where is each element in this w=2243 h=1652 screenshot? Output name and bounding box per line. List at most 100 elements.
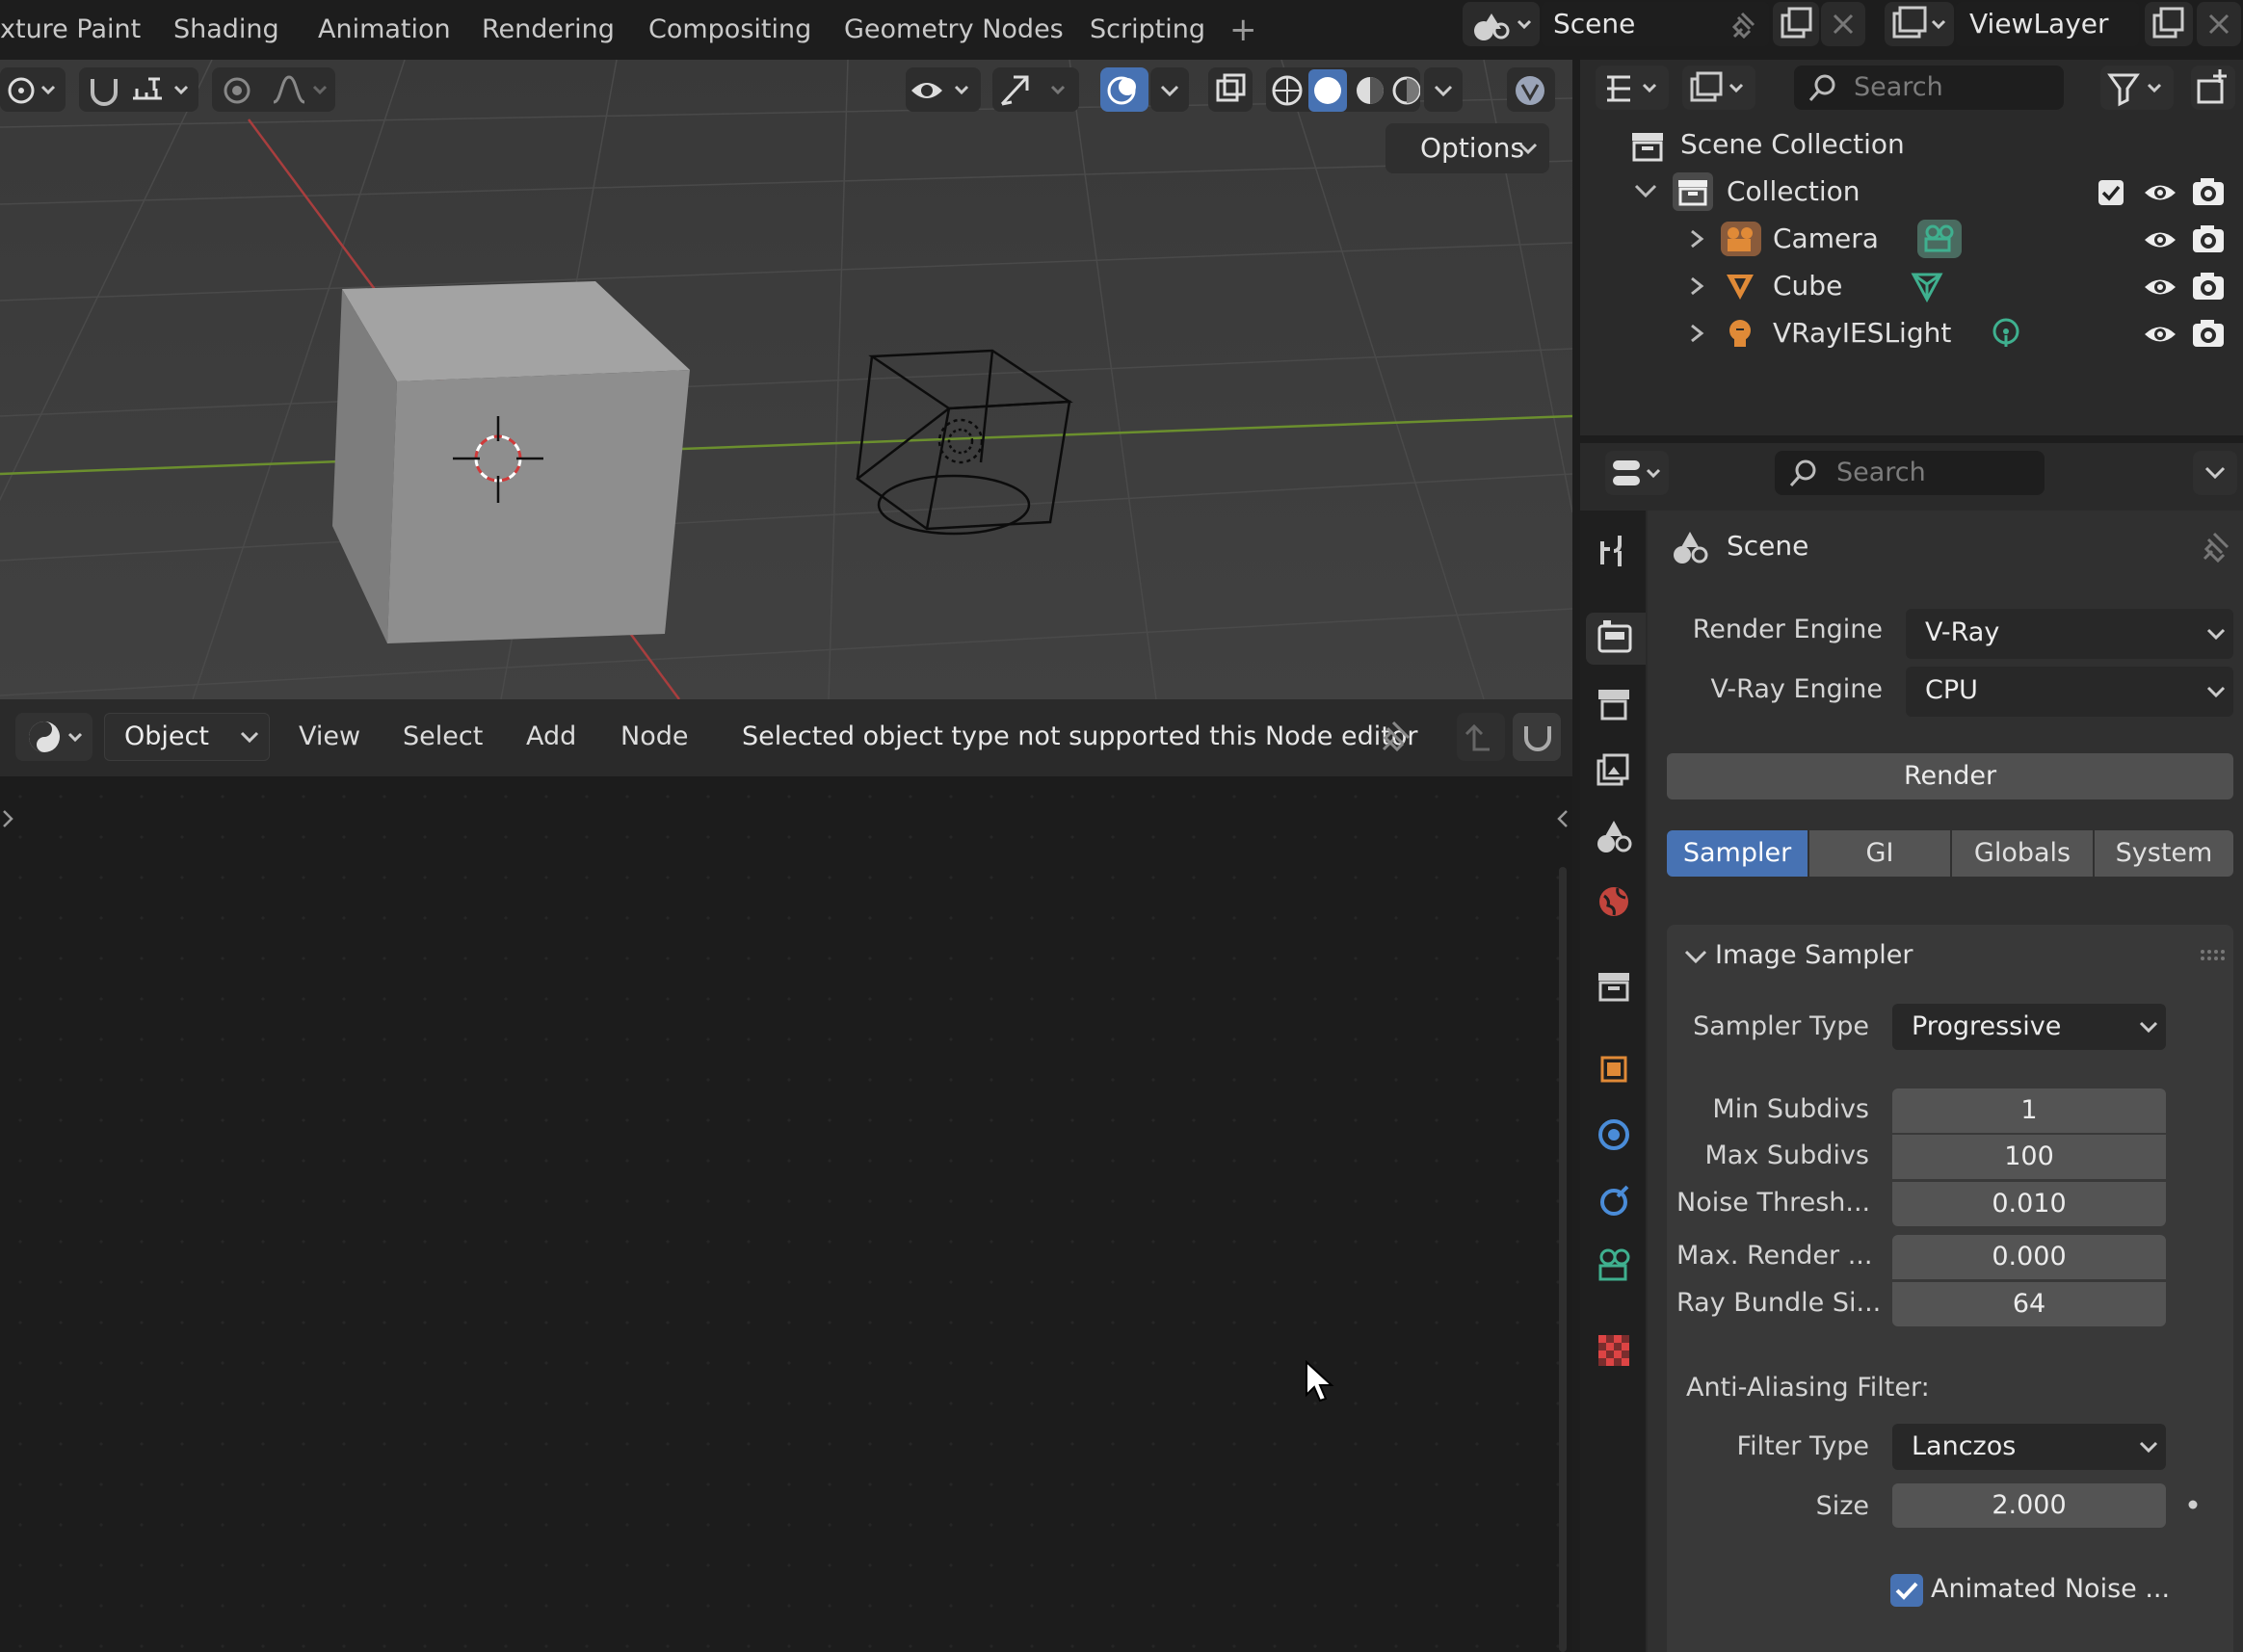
xray-toggle-button[interactable] xyxy=(1208,67,1253,112)
3d-viewport[interactable] xyxy=(0,60,1572,699)
outliner-editor-type-button[interactable] xyxy=(1596,66,1669,110)
min-subdivs-field[interactable]: 1 xyxy=(1892,1088,2166,1133)
chevron-down-icon[interactable] xyxy=(1632,180,1659,203)
workspace-tab-rendering[interactable]: Rendering xyxy=(482,6,615,54)
pin-icon[interactable] xyxy=(1725,8,1759,42)
eye-icon[interactable] xyxy=(2141,176,2179,209)
outliner-row-vray-ies-light[interactable]: VRayIESLight xyxy=(1580,310,2243,356)
physics-tab-icon[interactable] xyxy=(1595,1115,1633,1154)
outliner-row-scene-collection[interactable]: Scene Collection xyxy=(1580,121,2243,168)
tab-sampler[interactable]: Sampler xyxy=(1667,830,1808,877)
mesh-data-icon[interactable] xyxy=(1908,269,1946,303)
world-tab-icon[interactable] xyxy=(1595,882,1633,921)
workspace-tab-texture-paint[interactable]: xture Paint xyxy=(0,6,141,54)
noise-threshold-field[interactable]: 0.010 xyxy=(1892,1182,2166,1226)
drag-handle-icon[interactable] xyxy=(2199,946,2228,965)
add-workspace-button[interactable]: + xyxy=(1229,6,1257,54)
chevron-right-icon[interactable] xyxy=(1688,227,1707,250)
render-engine-dropdown[interactable]: V-Ray xyxy=(1906,609,2233,659)
tab-system[interactable]: System xyxy=(2095,830,2233,877)
new-scene-button[interactable] xyxy=(1773,2,1819,46)
size-field[interactable]: 2.000 xyxy=(1892,1483,2166,1528)
node-editor-canvas[interactable] xyxy=(0,776,1572,1652)
outliner-row-collection[interactable]: Collection xyxy=(1580,169,2243,215)
menu-view[interactable]: View xyxy=(299,718,360,756)
visibility-selectability-button[interactable] xyxy=(906,67,981,112)
workspace-tab-animation[interactable]: Animation xyxy=(318,6,451,54)
camera-render-icon[interactable] xyxy=(2189,316,2228,351)
view-layer-tab-icon[interactable] xyxy=(1595,751,1633,790)
new-view-layer-button[interactable] xyxy=(2145,2,2193,46)
outliner-row-camera[interactable]: Camera xyxy=(1580,216,2243,262)
workspace-tab-compositing[interactable]: Compositing xyxy=(648,6,811,54)
delete-view-layer-button[interactable] xyxy=(2197,2,2241,46)
cube-object[interactable] xyxy=(332,281,690,643)
menu-node[interactable]: Node xyxy=(620,718,688,756)
eye-icon[interactable] xyxy=(2141,223,2179,256)
object-tab-icon[interactable] xyxy=(1595,1050,1633,1088)
render-tab[interactable] xyxy=(1586,613,1646,665)
filter-type-dropdown[interactable]: Lanczos xyxy=(1892,1424,2166,1470)
shader-type-dropdown[interactable]: Object xyxy=(104,713,270,761)
scene-browse-button[interactable] xyxy=(1463,2,1540,46)
collection-tab-icon[interactable] xyxy=(1595,967,1633,1006)
tab-globals[interactable]: Globals xyxy=(1952,830,2093,877)
render-button[interactable]: Render xyxy=(1667,753,2233,800)
chevron-right-icon[interactable] xyxy=(0,807,17,830)
camera-render-icon[interactable] xyxy=(2189,269,2228,303)
display-mode-button[interactable] xyxy=(1682,66,1755,110)
overlays-toggle-button[interactable] xyxy=(1100,67,1148,112)
gizmo-toggle-button[interactable] xyxy=(992,67,1079,112)
transform-pivot-button[interactable] xyxy=(0,67,66,112)
vray-viewport-render-button[interactable] xyxy=(1507,67,1555,112)
vray-engine-dropdown[interactable]: CPU xyxy=(1906,667,2233,717)
properties-options-dropdown[interactable] xyxy=(2193,451,2237,495)
parent-node-tree-button[interactable] xyxy=(1457,713,1505,761)
camera-render-icon[interactable] xyxy=(2189,174,2228,209)
workspace-tab-shading[interactable]: Shading xyxy=(173,6,279,54)
options-dropdown[interactable]: Options xyxy=(1385,123,1549,173)
view-layer-name-field[interactable]: ViewLayer xyxy=(1956,2,2139,46)
tab-gi[interactable]: GI xyxy=(1809,830,1950,877)
image-sampler-panel-header[interactable]: Image Sampler xyxy=(1667,932,2233,983)
properties-search-input[interactable]: Search xyxy=(1775,451,2045,495)
snap-button[interactable] xyxy=(79,67,198,112)
menu-add[interactable]: Add xyxy=(526,718,576,756)
chevron-right-icon[interactable] xyxy=(1688,322,1707,345)
camera-data-tab-icon[interactable] xyxy=(1595,1245,1633,1283)
camera-data-icon[interactable] xyxy=(1917,220,1962,258)
camera-render-icon[interactable] xyxy=(2189,222,2228,256)
chevron-left-icon[interactable] xyxy=(1553,807,1570,830)
scene-name-field[interactable]: Scene xyxy=(1542,2,1769,46)
tool-tab-icon[interactable] xyxy=(1595,532,1633,570)
overlays-dropdown[interactable] xyxy=(1150,67,1189,112)
chevron-right-icon[interactable] xyxy=(1688,275,1707,298)
pin-icon[interactable] xyxy=(2195,528,2233,566)
proportional-editing-button[interactable] xyxy=(212,67,335,112)
animated-noise-checkbox[interactable] xyxy=(1890,1574,1923,1607)
pin-icon[interactable] xyxy=(1372,715,1416,759)
workspace-tab-scripting[interactable]: Scripting xyxy=(1090,6,1205,54)
delete-scene-button[interactable] xyxy=(1821,2,1865,46)
outliner-search-input[interactable]: Search xyxy=(1794,66,2064,110)
editor-type-button[interactable] xyxy=(15,713,92,761)
light-data-icon[interactable] xyxy=(1989,316,2023,353)
sampler-type-dropdown[interactable]: Progressive xyxy=(1892,1004,2166,1050)
eye-icon[interactable] xyxy=(2141,271,2179,303)
constraints-tab-icon[interactable] xyxy=(1595,1181,1633,1219)
node-editor-scrollbar[interactable] xyxy=(1559,867,1567,1652)
eye-icon[interactable] xyxy=(2141,318,2179,351)
shading-dropdown[interactable] xyxy=(1424,67,1463,112)
max-render-time-field[interactable]: 0.000 xyxy=(1892,1235,2166,1279)
view-layer-browse-button[interactable] xyxy=(1885,2,1954,46)
max-subdivs-field[interactable]: 100 xyxy=(1892,1135,2166,1179)
outliner-row-cube[interactable]: Cube xyxy=(1580,263,2243,309)
exclude-checkbox-icon[interactable] xyxy=(2097,178,2125,207)
ray-bundle-size-field[interactable]: 64 xyxy=(1892,1282,2166,1326)
output-tab-icon[interactable] xyxy=(1595,686,1633,724)
menu-select[interactable]: Select xyxy=(403,718,483,756)
texture-tab-icon[interactable] xyxy=(1595,1331,1633,1370)
filter-button[interactable] xyxy=(2100,66,2174,110)
new-collection-button[interactable] xyxy=(2191,66,2235,110)
snap-toggle-button[interactable] xyxy=(1513,713,1561,761)
